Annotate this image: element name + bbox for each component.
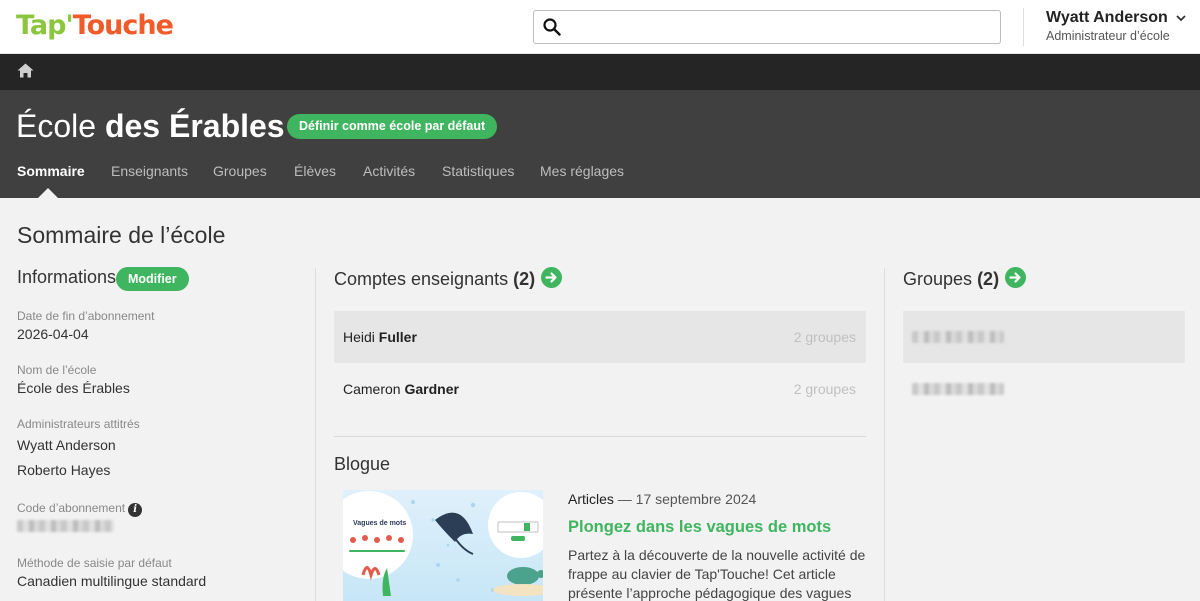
groups-count: (2) xyxy=(977,269,1000,289)
teacher-row[interactable]: Heidi Fuller 2 groupes xyxy=(334,311,866,363)
teacher-last-name: Fuller xyxy=(378,329,417,345)
code-label: Code d’abonnement i xyxy=(17,501,143,517)
teachers-count: (2) xyxy=(513,269,536,289)
school-title-prefix: École xyxy=(16,108,97,144)
teacher-group-count: 2 groupes xyxy=(793,329,856,345)
search-input[interactable] xyxy=(568,15,988,39)
blog-meta: Articles — 17 septembre 2024 xyxy=(568,491,756,507)
teachers-heading: Comptes enseignants (2) xyxy=(334,267,866,290)
user-name[interactable]: Wyatt Anderson xyxy=(1046,9,1168,27)
blog-heading: Blogue xyxy=(334,454,391,474)
teacher-row[interactable]: Cameron Gardner 2 groupes xyxy=(334,363,866,415)
breadcrumb xyxy=(0,54,1200,90)
user-role: Administrateur d’école xyxy=(1046,29,1170,43)
school-title-bold: des Érables xyxy=(104,108,285,144)
edit-info-button[interactable]: Modifier xyxy=(116,267,189,291)
admin-name: Wyatt Anderson xyxy=(17,437,116,453)
column-divider xyxy=(315,268,316,601)
tab-statistiques[interactable]: Statistiques xyxy=(442,163,514,179)
logo-touche-text: Touche xyxy=(72,10,174,41)
school-name-value: École des Érables xyxy=(17,380,130,396)
tab-eleves[interactable]: Élèves xyxy=(294,163,336,179)
info-panel: Informations Modifier Date de fin d’abon… xyxy=(17,267,297,589)
groups-panel: Groupes (2) xyxy=(903,267,1185,395)
sub-end-value: 2026-04-04 xyxy=(17,326,89,342)
group-row[interactable] xyxy=(903,311,1185,363)
school-header: École des Érables Définir comme école pa… xyxy=(0,90,1200,198)
input-method-value: Canadien multilingue standard xyxy=(17,573,207,589)
blog-category[interactable]: Articles xyxy=(568,491,614,507)
school-title: École des Érables xyxy=(16,108,285,145)
blog-illustration: Vagues de mots xyxy=(343,491,543,596)
school-name-label: Nom de l’école xyxy=(17,363,97,377)
tab-mes-reglages[interactable]: Mes réglages xyxy=(540,163,624,179)
chevron-down-icon[interactable] xyxy=(1176,11,1186,25)
blog-image-caption: Vagues de mots xyxy=(353,520,406,527)
code-label-text: Code d’abonnement xyxy=(17,501,126,515)
blog-date: — 17 septembre 2024 xyxy=(617,491,757,507)
group-name-redacted xyxy=(912,331,1004,343)
teachers-heading-text: Comptes enseignants xyxy=(334,269,509,289)
search-box[interactable] xyxy=(533,10,1001,44)
admins-label: Administrateurs attitrés xyxy=(17,417,140,431)
taptouche-logo[interactable]: Tap'Touche xyxy=(16,8,174,44)
logo-tap-text: Tap' xyxy=(16,10,74,41)
teacher-first-name: Cameron xyxy=(343,381,401,397)
input-method-label: Méthode de saisie par défaut xyxy=(17,556,172,570)
teacher-group-count: 2 groupes xyxy=(793,381,856,397)
active-tab-pointer xyxy=(38,188,58,198)
groups-heading: Groupes (2) xyxy=(903,267,1185,290)
top-bar: Tap'Touche Wyatt Anderson Administrateur… xyxy=(0,0,1200,54)
admin-name: Roberto Hayes xyxy=(17,462,111,478)
section-divider xyxy=(334,436,866,437)
tab-activites[interactable]: Activités xyxy=(363,163,415,179)
set-default-school-button[interactable]: Définir comme école par défaut xyxy=(287,114,498,139)
arrow-right-icon[interactable] xyxy=(541,267,563,288)
sub-end-label: Date de fin d’abonnement xyxy=(17,309,155,323)
teacher-name: Heidi Fuller xyxy=(343,329,417,345)
home-icon[interactable] xyxy=(17,63,34,78)
teachers-panel: Comptes enseignants (2) Heidi Fuller 2 g… xyxy=(334,267,866,601)
group-row[interactable] xyxy=(903,363,1185,415)
tab-sommaire[interactable]: Sommaire xyxy=(17,163,85,179)
info-icon[interactable]: i xyxy=(128,503,143,517)
blog-title[interactable]: Plongez dans les vagues de mots xyxy=(568,518,831,537)
search-icon xyxy=(543,18,561,36)
teacher-last-name: Gardner xyxy=(404,381,459,397)
tab-enseignants[interactable]: Enseignants xyxy=(111,163,188,179)
page-title: Sommaire de l’école xyxy=(17,222,226,248)
user-divider xyxy=(1023,8,1024,46)
column-divider xyxy=(884,268,885,601)
group-name-redacted xyxy=(912,383,1004,395)
blog-thumbnail[interactable]: Vagues de mots xyxy=(343,490,543,601)
subscription-code-redacted xyxy=(17,520,114,532)
groups-heading-text: Groupes xyxy=(903,269,973,289)
arrow-right-icon[interactable] xyxy=(1005,267,1027,288)
tab-groupes[interactable]: Groupes xyxy=(213,163,267,179)
blog-excerpt: Partez à la découverte de la nouvelle ac… xyxy=(568,547,866,601)
teacher-first-name: Heidi xyxy=(343,329,375,345)
teacher-name: Cameron Gardner xyxy=(343,381,459,397)
